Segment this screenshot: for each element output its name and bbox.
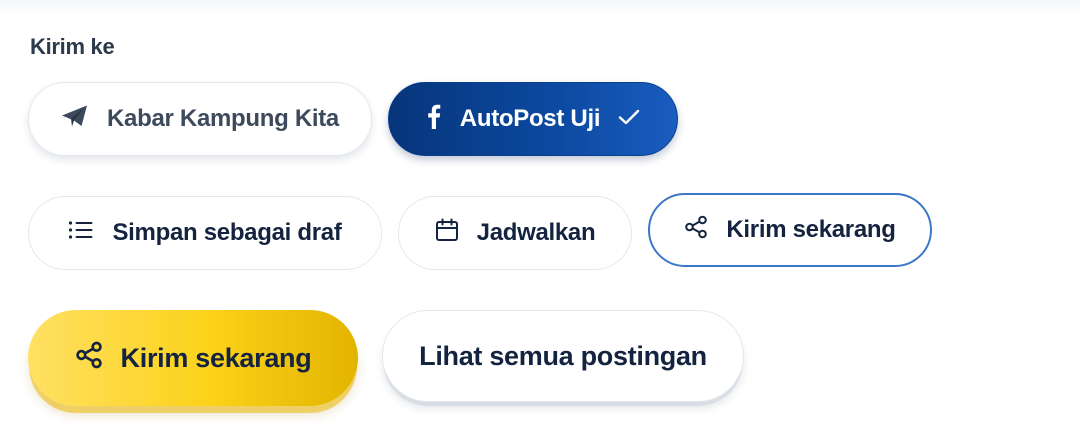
share-icon	[684, 215, 708, 246]
view-all-posts-button[interactable]: Lihat semua postingan	[382, 310, 744, 402]
checkmark-icon	[618, 105, 640, 133]
send-now-option[interactable]: Kirim sekarang	[648, 193, 932, 267]
destination-label: Kabar Kampung Kita	[107, 105, 339, 132]
destination-autopost-uji[interactable]: AutoPost Uji	[388, 82, 678, 156]
send-now-button-label: Kirim sekarang	[120, 342, 312, 373]
facebook-icon	[426, 103, 442, 136]
destination-label: AutoPost Uji	[459, 105, 601, 132]
telegram-send-icon	[61, 104, 89, 135]
save-draft-button[interactable]: Simpan sebagai draf	[28, 196, 382, 270]
destination-kabar-kampung-kita[interactable]: Kabar Kampung Kita	[28, 82, 372, 156]
top-fade	[0, 0, 1080, 14]
send-now-button[interactable]: Kirim sekarang	[28, 310, 358, 406]
schedule-label: Jadwalkan	[476, 219, 596, 246]
send-now-option-label: Kirim sekarang	[726, 216, 896, 243]
send-to-label: Kirim ke	[30, 34, 115, 59]
view-all-posts-label: Lihat semua postingan	[419, 340, 707, 371]
schedule-button[interactable]: Jadwalkan	[398, 196, 632, 270]
share-icon	[75, 341, 103, 376]
save-draft-label: Simpan sebagai draf	[112, 219, 342, 246]
calendar-icon	[435, 218, 459, 249]
list-icon	[68, 219, 94, 247]
